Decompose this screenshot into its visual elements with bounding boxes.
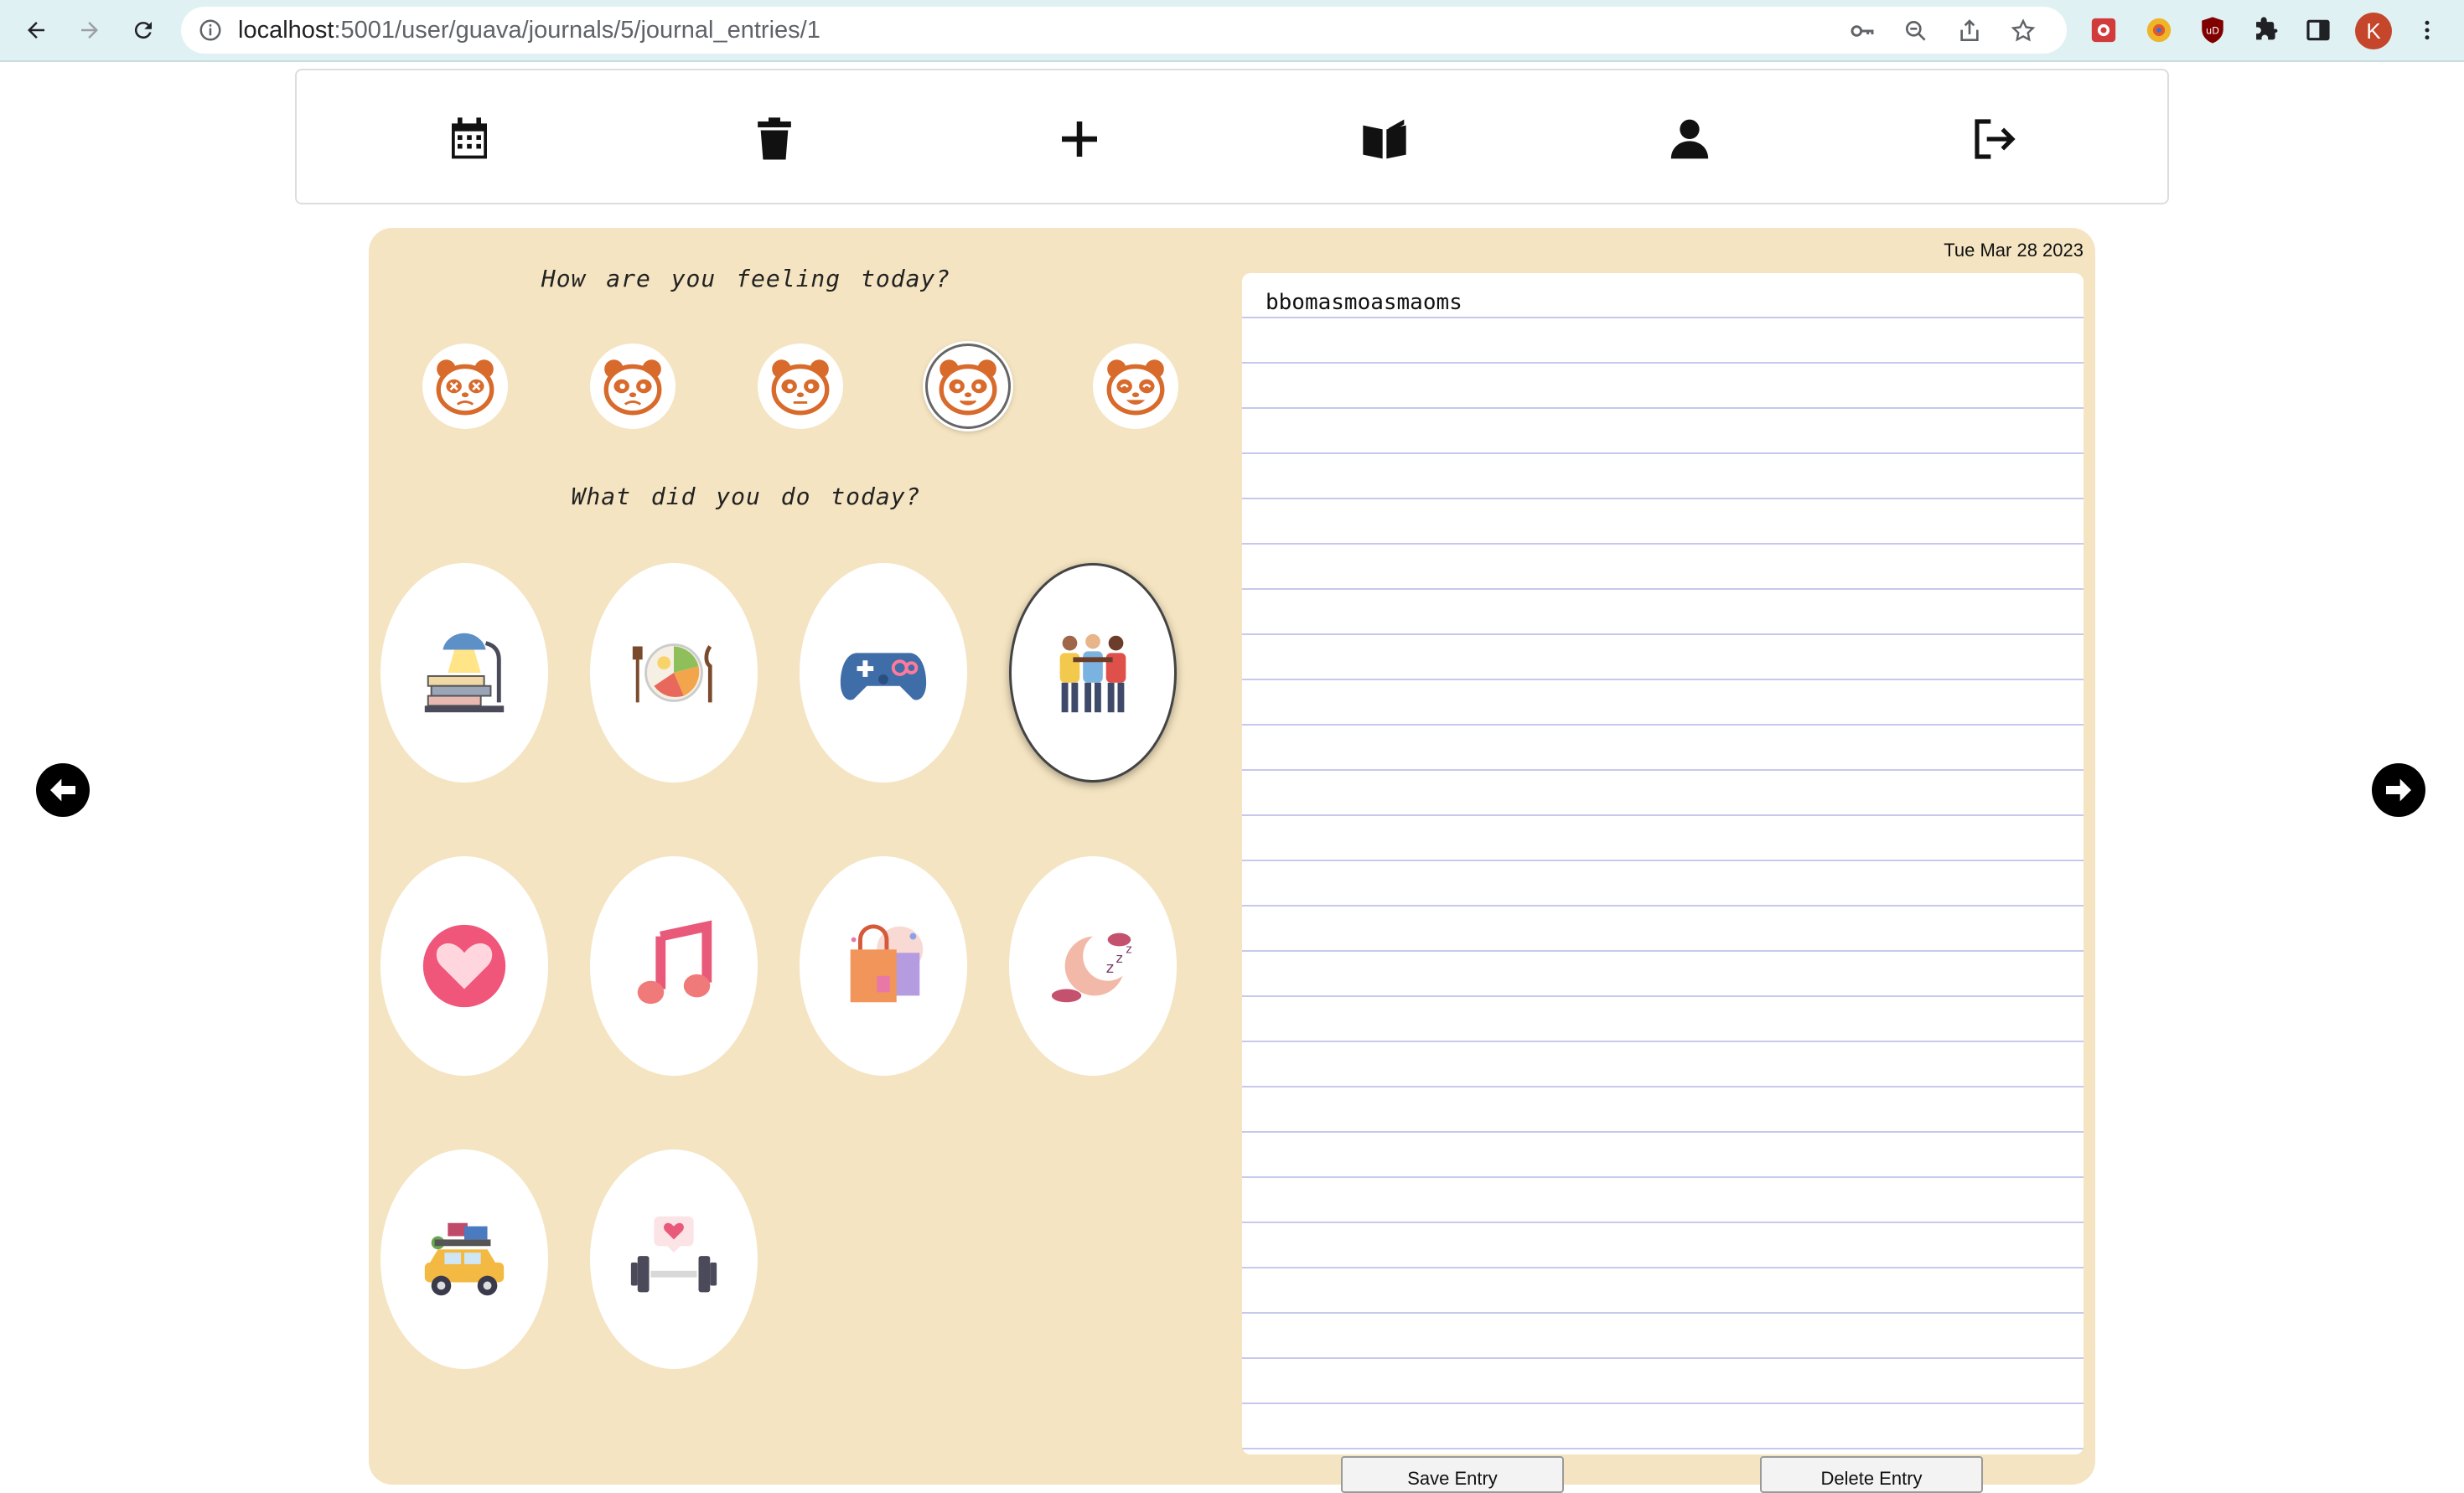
key-icon[interactable]: [1849, 18, 1876, 44]
extensions-puzzle-icon[interactable]: [2251, 15, 2281, 45]
heart-icon: [422, 924, 506, 1008]
browser-menu-icon[interactable]: [2412, 15, 2442, 45]
mood-option-2[interactable]: [590, 344, 676, 429]
music-note-icon: [637, 920, 712, 1005]
journal-entry-card: Tue Mar 28 2023 How are you feeling toda…: [369, 228, 2095, 1493]
extension-2-icon[interactable]: [2144, 15, 2174, 45]
travel-car-icon: [424, 1222, 505, 1296]
svg-text:z: z: [1126, 943, 1131, 956]
exercise-dumbbell-icon: [630, 1216, 717, 1293]
mood-option-4-selected[interactable]: [925, 344, 1011, 429]
user-icon[interactable]: [1663, 112, 1716, 166]
side-panel-icon[interactable]: [2303, 15, 2333, 45]
panda-neutral-icon: [771, 359, 830, 416]
save-entry-button[interactable]: Save Entry: [1341, 1456, 1564, 1493]
mood-option-3[interactable]: [758, 344, 843, 429]
forward-icon[interactable]: [70, 11, 109, 49]
entry-text: bbomasmoasmaoms: [1266, 290, 1462, 315]
entry-date: Tue Mar 28 2023: [1944, 240, 2084, 261]
sleep-moon-icon: z z z: [1051, 932, 1132, 1003]
activity-shopping[interactable]: [800, 856, 967, 1076]
activity-exercise[interactable]: [590, 1149, 758, 1369]
mood-option-5[interactable]: [1093, 344, 1178, 429]
panda-dizzy-icon: [436, 359, 494, 416]
next-entry-arrow-icon[interactable]: [2372, 763, 2425, 817]
bookmark-star-icon[interactable]: [2010, 18, 2037, 44]
share-icon[interactable]: [1956, 18, 1983, 44]
site-info-icon[interactable]: [198, 18, 223, 43]
activity-gaming[interactable]: [800, 563, 967, 783]
profile-avatar[interactable]: K: [2355, 13, 2392, 49]
shopping-bag-icon: [850, 924, 924, 1003]
app-toolbar: [295, 69, 2169, 204]
activity-study[interactable]: [380, 563, 548, 783]
entry-textarea[interactable]: bbomasmoasmaoms: [1242, 273, 2084, 1454]
activity-question: What did you do today?: [571, 483, 921, 510]
calendar-icon[interactable]: [443, 112, 496, 166]
previous-entry-arrow-icon[interactable]: [36, 763, 90, 817]
reload-icon[interactable]: [124, 11, 163, 49]
game-controller-icon: [840, 653, 927, 700]
book-open-icon[interactable]: [1358, 112, 1411, 166]
svg-text:z: z: [1106, 960, 1114, 977]
trash-icon[interactable]: [748, 112, 801, 166]
activity-travel[interactable]: [380, 1149, 548, 1369]
zoom-icon[interactable]: [1902, 18, 1929, 44]
activity-music[interactable]: [590, 856, 758, 1076]
activity-meal[interactable]: [590, 563, 758, 783]
mood-option-1[interactable]: [422, 344, 508, 429]
panda-joyful-icon: [1106, 359, 1165, 416]
meal-plate-icon: [632, 643, 712, 703]
delete-entry-button[interactable]: Delete Entry: [1760, 1456, 1983, 1493]
url-text[interactable]: localhost:5001/user/guava/journals/5/jou…: [238, 17, 820, 44]
svg-text:uD: uD: [2206, 24, 2219, 36]
feeling-question: How are you feeling today?: [541, 265, 951, 292]
plus-icon[interactable]: [1053, 112, 1106, 166]
activity-sleep[interactable]: z z z: [1009, 856, 1177, 1076]
friends-group-icon: [1059, 633, 1126, 713]
ublock-icon[interactable]: uD: [2197, 15, 2228, 45]
logout-icon[interactable]: [1968, 112, 2021, 166]
activity-friends-selected[interactable]: [1009, 563, 1177, 783]
address-bar[interactable]: localhost:5001/user/guava/journals/5/jou…: [181, 7, 2067, 54]
back-icon[interactable]: [17, 11, 55, 49]
study-books-lamp-icon: [424, 633, 505, 713]
panda-sad-icon: [603, 359, 662, 416]
panda-happy-icon: [939, 359, 997, 416]
extension-1-icon[interactable]: [2089, 15, 2119, 45]
activity-love[interactable]: [380, 856, 548, 1076]
svg-text:z: z: [1116, 950, 1123, 966]
browser-chrome: localhost:5001/user/guava/journals/5/jou…: [0, 0, 2464, 62]
